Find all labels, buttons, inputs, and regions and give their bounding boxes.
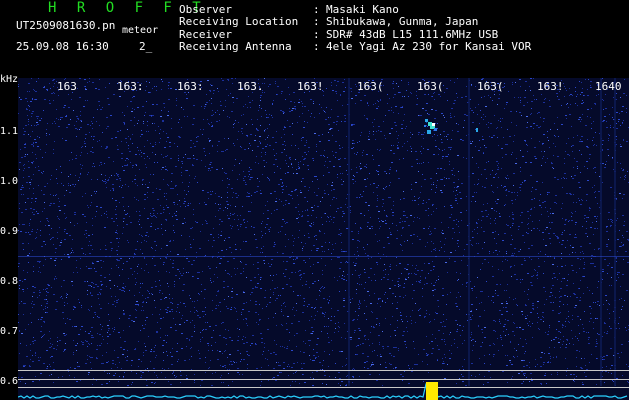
interference-column <box>600 78 602 386</box>
y-tick-label: 0.6 <box>0 376 19 387</box>
y-tick-label: 0.8 <box>0 276 19 287</box>
reference-line <box>18 370 629 371</box>
x-tick-label: 163! <box>297 80 324 93</box>
info-value: 4ele Yagi Az 230 for Kansai VOR <box>326 40 532 54</box>
x-tick-label: 163: <box>177 80 204 93</box>
y-tick-label: 0.9 <box>0 226 19 237</box>
x-tick-label: 163: <box>117 80 144 93</box>
date-time: 25.09.08 16:30 <box>16 40 109 53</box>
detection-count: 2_ <box>139 40 153 53</box>
meteor-echo-pixel <box>425 119 428 122</box>
x-tick-label: 163( <box>357 80 384 93</box>
y-axis-unit: kHz <box>0 74 19 85</box>
interference-column <box>348 78 350 386</box>
info-colon: : <box>313 15 320 29</box>
meteor-echo-pixel <box>427 130 431 134</box>
meteor-echo-pixel <box>428 122 432 126</box>
x-tick-label: 1640 <box>595 80 622 93</box>
spectrogram-plot[interactable] <box>18 78 629 400</box>
info-value: Masaki Kano <box>326 3 399 16</box>
level-trace <box>18 383 628 399</box>
info-key: Receiving Antenna <box>179 40 292 54</box>
station-info: Observer: Masaki Kano Receiving Location:… <box>179 3 532 54</box>
reference-line <box>18 387 629 388</box>
info-value: SDR# 43dB L15 111.6MHz USB <box>326 27 499 41</box>
y-tick-label: 1.0 <box>0 176 19 187</box>
interference-column <box>614 78 616 386</box>
echo-level-bar <box>426 382 438 400</box>
interference-column <box>468 78 470 386</box>
x-tick-label: 163 <box>57 80 77 93</box>
meteor-echo-pixel <box>424 125 426 127</box>
meteor-echo-pixel <box>434 128 437 131</box>
carrier-line <box>18 256 629 257</box>
meteor-echo-pixel <box>476 128 478 132</box>
meteor-echo-pixel <box>432 123 435 126</box>
info-key: Receiving Location <box>179 15 299 29</box>
x-tick-label: 163( <box>477 80 504 93</box>
y-tick-label: 0.7 <box>0 326 19 337</box>
meteor-label: meteor <box>122 25 159 36</box>
x-tick-label: 163. <box>237 80 264 93</box>
file-name: UT2509081630.pn <box>16 19 116 32</box>
info-row-antenna: Receiving Antenna:4ele Yagi Az 230 for K… <box>179 40 532 54</box>
x-tick-label: 163( <box>417 80 444 93</box>
spectrogram-canvas <box>18 78 629 400</box>
header-panel: H R O F F T UT2509081630.pn meteor 25.09… <box>0 0 629 78</box>
x-tick-label: 163! <box>537 80 564 93</box>
reference-line <box>18 379 629 380</box>
y-tick-label: 1.1 <box>0 126 19 137</box>
info-value: Shibukawa, Gunma, Japan <box>326 15 479 29</box>
info-colon: : <box>313 40 320 54</box>
